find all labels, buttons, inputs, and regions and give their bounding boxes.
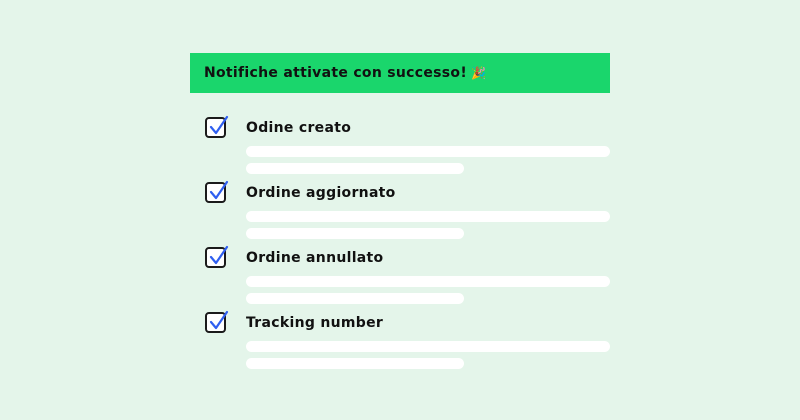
order-created-label: Odine creato (246, 120, 352, 136)
party-popper-icon: 🎉 (471, 66, 487, 80)
placeholder-line (246, 146, 610, 157)
success-message: Notifiche attivate con successo! (204, 65, 468, 81)
notification-item-tracking-number: Tracking number (205, 310, 610, 376)
tracking-number-label: Tracking number (246, 315, 384, 331)
notification-list: Odine creato Ordine aggiornato Ordine an… (205, 115, 610, 376)
placeholder-line (246, 358, 464, 369)
placeholder-line (246, 163, 464, 174)
checkmark-icon (209, 310, 229, 330)
placeholder-line (246, 293, 464, 304)
notification-item-order-updated: Ordine aggiornato (205, 180, 610, 246)
order-cancelled-label: Ordine annullato (246, 250, 384, 266)
order-cancelled-checkbox[interactable] (205, 245, 229, 268)
tracking-number-checkbox[interactable] (205, 310, 229, 333)
notification-item-order-created: Odine creato (205, 115, 610, 181)
notification-item-order-cancelled: Ordine annullato (205, 245, 610, 311)
order-updated-checkbox[interactable] (205, 180, 229, 203)
order-updated-label: Ordine aggiornato (246, 185, 396, 201)
checkmark-icon (209, 115, 229, 135)
checkmark-icon (209, 180, 229, 200)
success-banner: Notifiche attivate con successo! 🎉 (190, 53, 610, 93)
placeholder-line (246, 211, 610, 222)
checkmark-icon (209, 245, 229, 265)
order-created-checkbox[interactable] (205, 115, 229, 138)
placeholder-line (246, 228, 464, 239)
placeholder-line (246, 276, 610, 287)
placeholder-line (246, 341, 610, 352)
